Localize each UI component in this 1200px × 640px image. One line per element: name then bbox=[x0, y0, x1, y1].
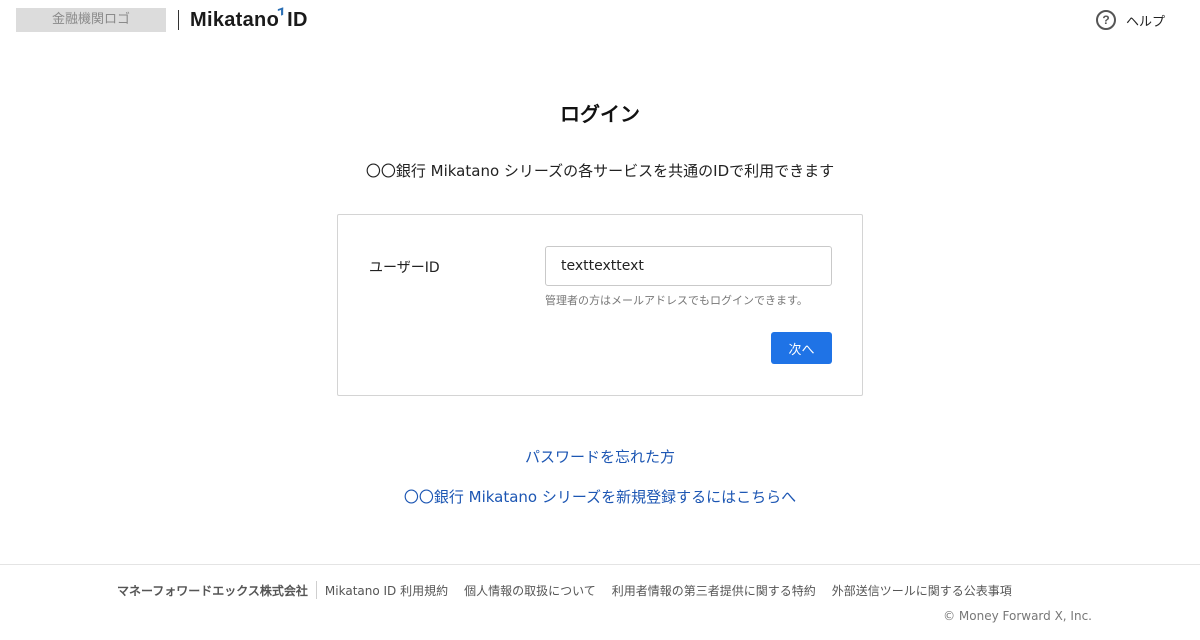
user-id-hint: 管理者の方はメールアドレスでもログインできます。 bbox=[545, 294, 808, 307]
footer-divider bbox=[315, 581, 317, 599]
brand-accent-mark bbox=[277, 7, 284, 17]
footer: マネーフォワードエックス株式会社 Mikatano ID 利用規約 個人情報の取… bbox=[0, 564, 1200, 640]
question-circle-icon: ? bbox=[1096, 10, 1116, 30]
help-label: ヘルプ bbox=[1126, 14, 1166, 30]
copyright: © Money Forward X, Inc. bbox=[943, 609, 1092, 623]
next-button[interactable]: 次へ bbox=[771, 332, 832, 364]
user-id-input[interactable] bbox=[545, 246, 832, 286]
brand-name: Mikatano bbox=[190, 9, 280, 31]
company-name: マネーフォワードエックス株式会社 bbox=[117, 583, 308, 598]
external-tools-link[interactable]: 外部送信ツールに関する公表事項 bbox=[832, 582, 1012, 599]
logo-divider bbox=[178, 10, 179, 30]
register-link[interactable]: 〇〇銀行 Mikatano シリーズを新規登録するにはこちらへ bbox=[404, 488, 796, 506]
footer-links: マネーフォワードエックス株式会社 Mikatano ID 利用規約 個人情報の取… bbox=[117, 581, 1028, 599]
register-row: 〇〇銀行 Mikatano シリーズを新規登録するにはこちらへ bbox=[0, 486, 1200, 507]
help-link[interactable]: ? ヘルプ bbox=[1096, 8, 1165, 32]
third-party-terms-link[interactable]: 利用者情報の第三者提供に関する特約 bbox=[612, 582, 816, 599]
user-id-label: ユーザーID bbox=[369, 260, 440, 276]
brand-suffix: ID bbox=[287, 9, 308, 31]
page-title: ログイン bbox=[560, 102, 640, 126]
header: 金融機関ロゴ Mikatano ID ? ヘルプ bbox=[0, 0, 1200, 40]
forgot-password-row: パスワードを忘れた方 bbox=[0, 446, 1200, 467]
bank-logo-placeholder: 金融機関ロゴ bbox=[16, 8, 166, 32]
login-form-card: ユーザーID 管理者の方はメールアドレスでもログインできます。 次へ bbox=[337, 214, 863, 396]
forgot-password-link[interactable]: パスワードを忘れた方 bbox=[525, 448, 675, 466]
page-subtitle: 〇〇銀行 Mikatano シリーズの各サービスを共通のIDで利用できます bbox=[365, 162, 835, 180]
privacy-link[interactable]: 個人情報の取扱について bbox=[464, 582, 596, 599]
mikatano-id-logo: Mikatano ID bbox=[190, 7, 308, 32]
terms-link[interactable]: Mikatano ID 利用規約 bbox=[325, 582, 448, 599]
